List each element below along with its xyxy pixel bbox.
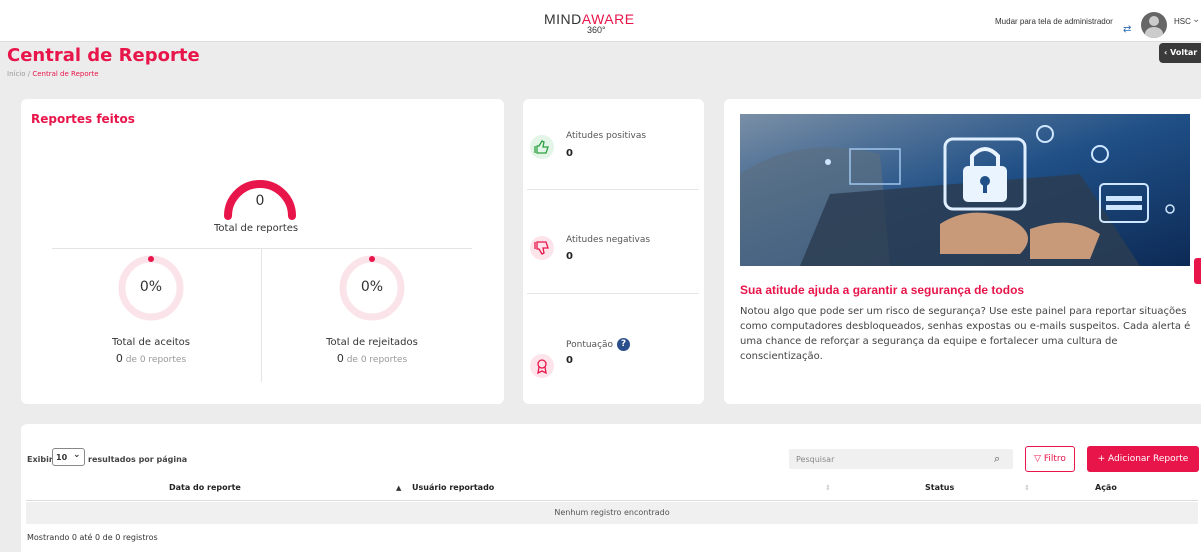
reports-title: Reportes feitos	[31, 112, 135, 126]
table-footer-info: Mostrando 0 até 0 de 0 registros	[27, 533, 158, 542]
total-reports-label: Total de reportes	[214, 223, 299, 234]
info-title: Sua atitude ajuda a garantir a segurança…	[740, 283, 1025, 297]
side-feedback-tab[interactable]	[1194, 258, 1201, 284]
breadcrumb: Início / Central de Reporte	[7, 70, 99, 78]
rejected-percent: 0%	[360, 279, 384, 295]
reports-table-card: Exibir 10 ⌄ resultados por página Pesquis…	[21, 424, 1201, 552]
sort-icon[interactable]: ⇕	[825, 484, 831, 492]
column-header-action: Ação	[1095, 483, 1117, 492]
top-bar: MINDAWARE 360° Mudar para tela de admini…	[0, 0, 1201, 42]
search-placeholder: Pesquisar	[796, 455, 835, 464]
sort-icon[interactable]: ⇕	[1024, 484, 1030, 492]
positive-attitudes-label: Atitudes positivas	[566, 131, 647, 141]
per-page-label: resultados por página	[88, 455, 188, 464]
rejected-count-of: de 0 reportes	[343, 355, 408, 365]
avatar[interactable]	[1141, 12, 1167, 38]
chevron-down-icon: ⌄	[73, 450, 81, 460]
mindaware-logo[interactable]: MINDAWARE 360°	[544, 11, 644, 35]
reports-card: Reportes feitos 0 Total de reportes 0% T…	[21, 99, 504, 404]
award-icon	[530, 354, 554, 378]
info-text: Notou algo que pode ser um risco de segu…	[740, 306, 1191, 362]
user-name[interactable]: HSC	[1174, 17, 1191, 26]
score-label-row: Pontuação?	[566, 338, 631, 351]
back-button[interactable]: ‹ Voltar	[1159, 43, 1201, 63]
help-icon[interactable]: ?	[617, 338, 631, 351]
rejected-label: Total de rejeitados	[326, 337, 418, 348]
accepted-count-of: de 0 reportes	[122, 355, 187, 365]
back-button-label: Voltar	[1170, 48, 1198, 57]
add-report-button[interactable]: + Adicionar Reporte	[1087, 446, 1199, 472]
breadcrumb-current: Central de Reporte	[32, 70, 99, 78]
table-empty-row: Nenhum registro encontrado	[26, 502, 1198, 524]
divider	[26, 500, 1198, 501]
thumbs-up-icon	[530, 135, 554, 159]
accepted-count-value: 0	[115, 352, 123, 365]
logo-text-mind: MIND	[544, 11, 582, 27]
show-label: Exibir	[27, 455, 53, 464]
divider	[52, 248, 472, 249]
page-title: Central de Reporte	[7, 45, 200, 66]
page-size-select[interactable]: 10 ⌄	[52, 448, 85, 466]
rejected-count-value: 0	[336, 352, 344, 365]
filter-button[interactable]: ▽ Filtro	[1025, 446, 1075, 472]
info-card: Sua atitude ajuda a garantir a segurança…	[724, 99, 1201, 404]
score-value: 0	[566, 355, 573, 366]
negative-attitudes-value: 0	[566, 251, 573, 262]
sort-asc-icon[interactable]: ▲	[396, 484, 401, 492]
column-header-status[interactable]: Status	[925, 483, 954, 492]
accepted-label: Total de aceitos	[111, 337, 191, 348]
score-label: Pontuação	[566, 340, 614, 350]
accepted-count: 0 de 0 reportes	[81, 352, 221, 365]
negative-attitudes-label: Atitudes negativas	[566, 235, 651, 245]
logo-subtext: 360°	[587, 25, 606, 35]
search-icon[interactable]: ⌕	[994, 452, 1000, 466]
divider	[527, 189, 699, 190]
rejected-count: 0 de 0 reportes	[302, 352, 442, 365]
divider	[527, 293, 699, 294]
column-header-user[interactable]: Usuário reportado	[412, 483, 494, 492]
thumbs-down-icon	[530, 236, 554, 260]
page-size-value: 10	[56, 453, 68, 462]
chevron-down-icon[interactable]: ⌄	[1192, 14, 1200, 25]
column-header-date[interactable]: Data do reporte	[169, 483, 241, 492]
positive-attitudes-value: 0	[566, 148, 573, 159]
total-reports-value: 0	[255, 193, 265, 209]
accepted-percent: 0%	[139, 279, 163, 295]
attitudes-card: Atitudes positivas 0 Atitudes negativas …	[523, 99, 704, 404]
divider	[261, 249, 262, 382]
switch-arrows-icon[interactable]: ⇄	[1123, 24, 1131, 35]
search-input[interactable]: Pesquisar ⌕	[789, 449, 1013, 469]
admin-switch-link[interactable]: Mudar para tela de administrador	[995, 17, 1113, 26]
breadcrumb-home[interactable]: Início	[7, 70, 26, 78]
security-laptop-illustration	[740, 114, 1190, 266]
